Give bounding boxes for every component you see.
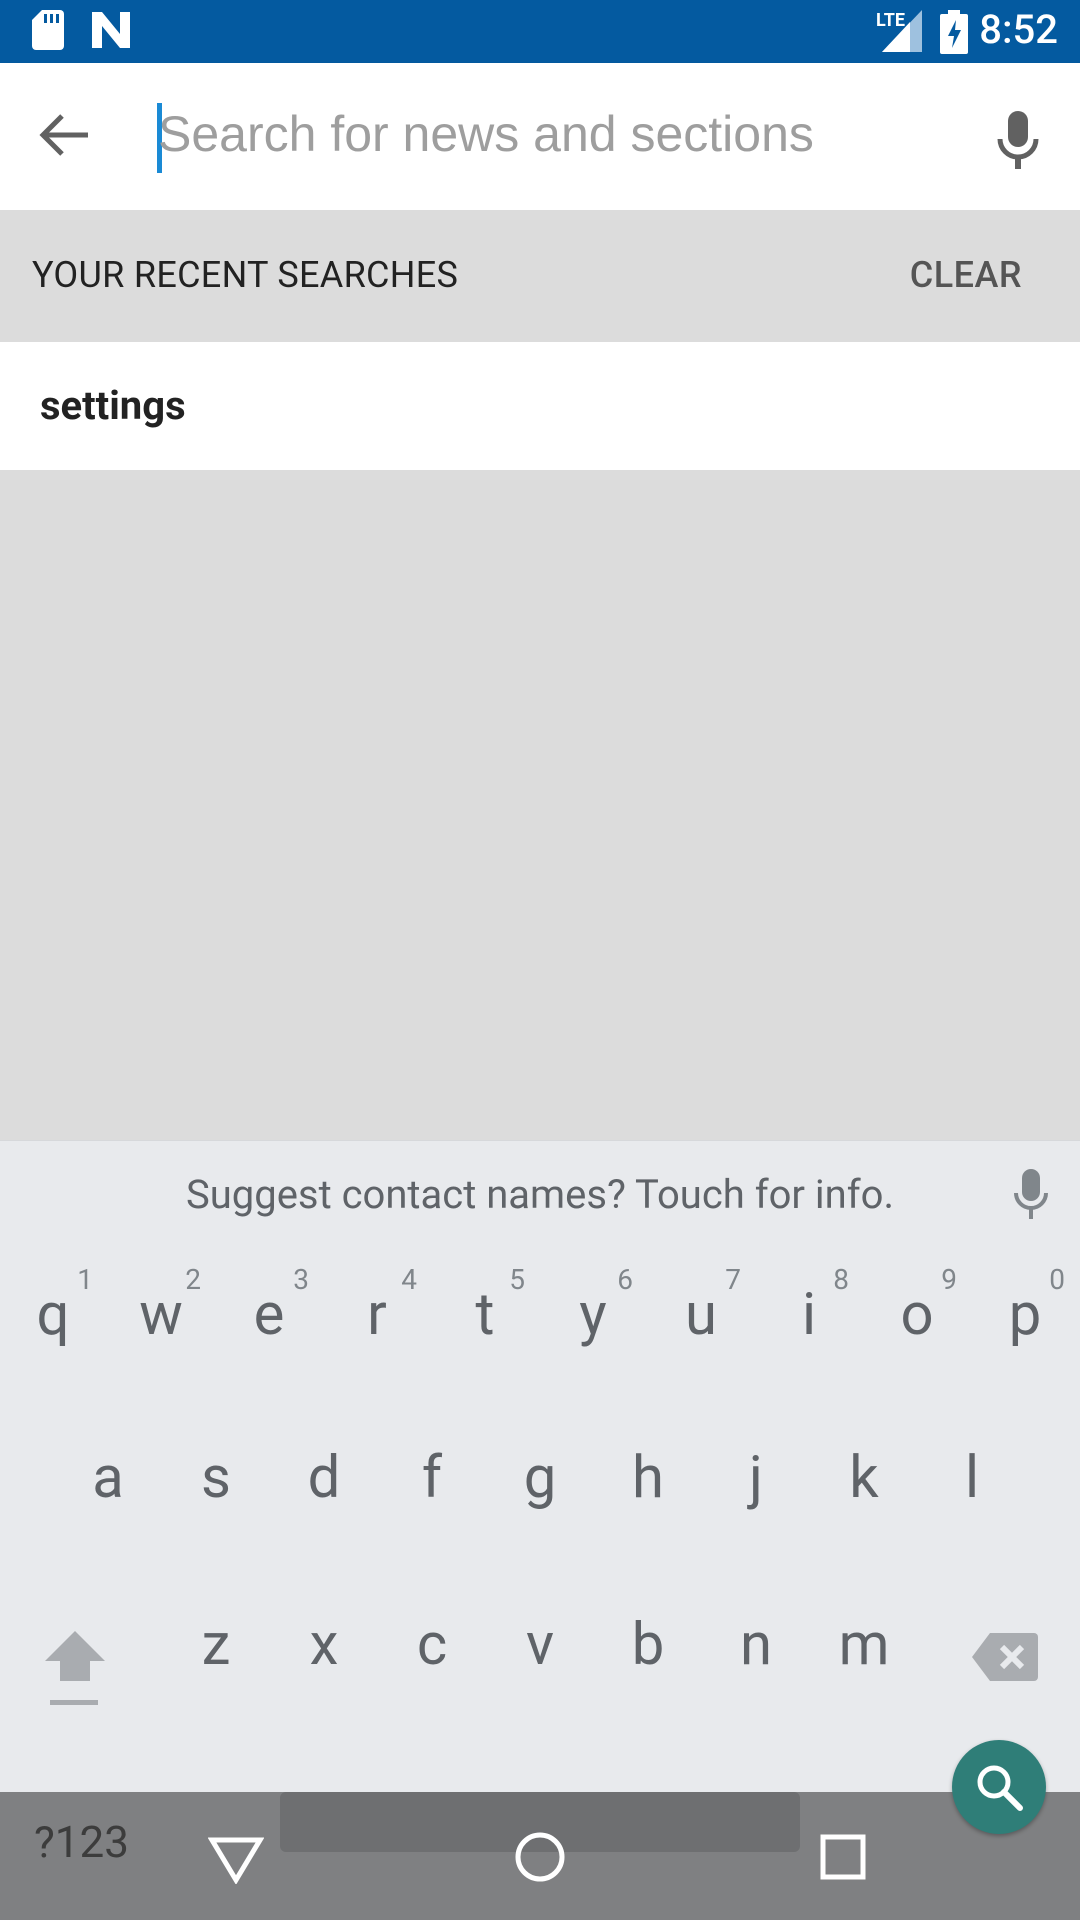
key-o[interactable]: o9 — [867, 1246, 967, 1366]
key-hint-number: 1 — [77, 1263, 93, 1296]
key-label: d — [307, 1444, 341, 1512]
nav-back-icon[interactable] — [208, 1836, 264, 1884]
key-label: g — [523, 1444, 557, 1512]
clear-button[interactable]: CLEAR — [910, 254, 1022, 296]
key-n[interactable]: n — [706, 1576, 806, 1696]
key-hint-number: 8 — [833, 1263, 849, 1296]
backspace-icon[interactable] — [972, 1633, 1038, 1681]
key-label: l — [964, 1444, 980, 1512]
key-label: c — [416, 1611, 448, 1679]
key-u[interactable]: u7 — [651, 1246, 751, 1366]
key-label: h — [632, 1444, 664, 1512]
search-action-button[interactable] — [952, 1740, 1046, 1834]
key-p[interactable]: p0 — [975, 1246, 1075, 1366]
key-e[interactable]: e3 — [219, 1246, 319, 1366]
key-r[interactable]: r4 — [327, 1246, 427, 1366]
key-label: a — [92, 1444, 124, 1512]
search-input[interactable] — [158, 99, 958, 169]
key-x[interactable]: x — [274, 1576, 374, 1696]
key-label: m — [838, 1611, 890, 1679]
recent-searches-header: YOUR RECENT SEARCHES CLEAR — [0, 210, 1080, 342]
key-v[interactable]: v — [490, 1576, 590, 1696]
navigation-bar: ?123 — [0, 1792, 1080, 1920]
keyboard: q1w2e3r4t5y6u7i8o9p0 a s d f g h j k l z x c v b nm — [0, 1246, 1080, 1792]
key-k[interactable]: k — [814, 1409, 914, 1529]
search-header — [0, 63, 1080, 210]
key-s[interactable]: s — [166, 1409, 266, 1529]
back-arrow-icon[interactable] — [38, 113, 90, 157]
key-l[interactable]: l — [922, 1409, 1022, 1529]
key-t[interactable]: t5 — [435, 1246, 535, 1366]
nav-recents-icon[interactable] — [820, 1834, 866, 1880]
key-y[interactable]: y6 — [543, 1246, 643, 1366]
suggestion-text: Suggest contact names? Touch for info. — [185, 1171, 894, 1218]
keyboard-suggestion-strip[interactable]: Suggest contact names? Touch for info. — [0, 1140, 1080, 1247]
key-label: v — [525, 1611, 555, 1679]
key-hint-number: 4 — [401, 1263, 417, 1296]
key-z[interactable]: z — [166, 1576, 266, 1696]
recent-search-item[interactable]: settings — [0, 342, 1080, 470]
recent-searches-title: YOUR RECENT SEARCHES — [32, 254, 459, 296]
key-hint-number: 2 — [185, 1263, 201, 1296]
key-j[interactable]: j — [706, 1409, 806, 1529]
shift-icon[interactable] — [40, 1626, 110, 1716]
sd-card-icon — [32, 10, 64, 50]
key-label: n — [739, 1611, 773, 1679]
key-label: x — [309, 1611, 339, 1679]
key-h[interactable]: h — [598, 1409, 698, 1529]
nav-home-icon[interactable] — [513, 1830, 567, 1884]
search-icon — [977, 1765, 1023, 1811]
key-g[interactable]: g — [490, 1409, 590, 1529]
key-i[interactable]: i8 — [759, 1246, 859, 1366]
key-hint-number: 5 — [509, 1263, 525, 1296]
status-bar: LTE 8:52 — [0, 0, 1080, 63]
key-a[interactable]: a — [58, 1409, 158, 1529]
battery-charging-icon — [940, 10, 968, 54]
key-b[interactable]: b — [598, 1576, 698, 1696]
key-c[interactable]: c — [382, 1576, 482, 1696]
key-label: j — [749, 1444, 763, 1512]
key-label: s — [201, 1444, 231, 1512]
voice-input-icon[interactable] — [1013, 1169, 1049, 1223]
microphone-icon[interactable] — [996, 111, 1040, 173]
key-f[interactable]: f — [382, 1409, 482, 1529]
symbols-key[interactable]: ?123 — [34, 1816, 129, 1868]
key-m[interactable]: m — [814, 1576, 914, 1696]
key-label: k — [849, 1444, 879, 1512]
key-hint-number: 6 — [617, 1263, 633, 1296]
key-hint-number: 7 — [725, 1263, 741, 1296]
recent-search-label: settings — [40, 382, 186, 429]
n-app-icon — [92, 12, 130, 48]
key-hint-number: 0 — [1049, 1263, 1065, 1296]
key-hint-number: 3 — [293, 1263, 309, 1296]
key-label: z — [201, 1611, 231, 1679]
signal-icon — [882, 10, 922, 52]
clock-time: 8:52 — [979, 6, 1058, 53]
key-hint-number: 9 — [941, 1263, 957, 1296]
key-label: f — [421, 1444, 443, 1512]
key-q[interactable]: q1 — [3, 1246, 103, 1366]
key-d[interactable]: d — [274, 1409, 374, 1529]
key-w[interactable]: w2 — [111, 1246, 211, 1366]
key-label: b — [631, 1611, 665, 1679]
